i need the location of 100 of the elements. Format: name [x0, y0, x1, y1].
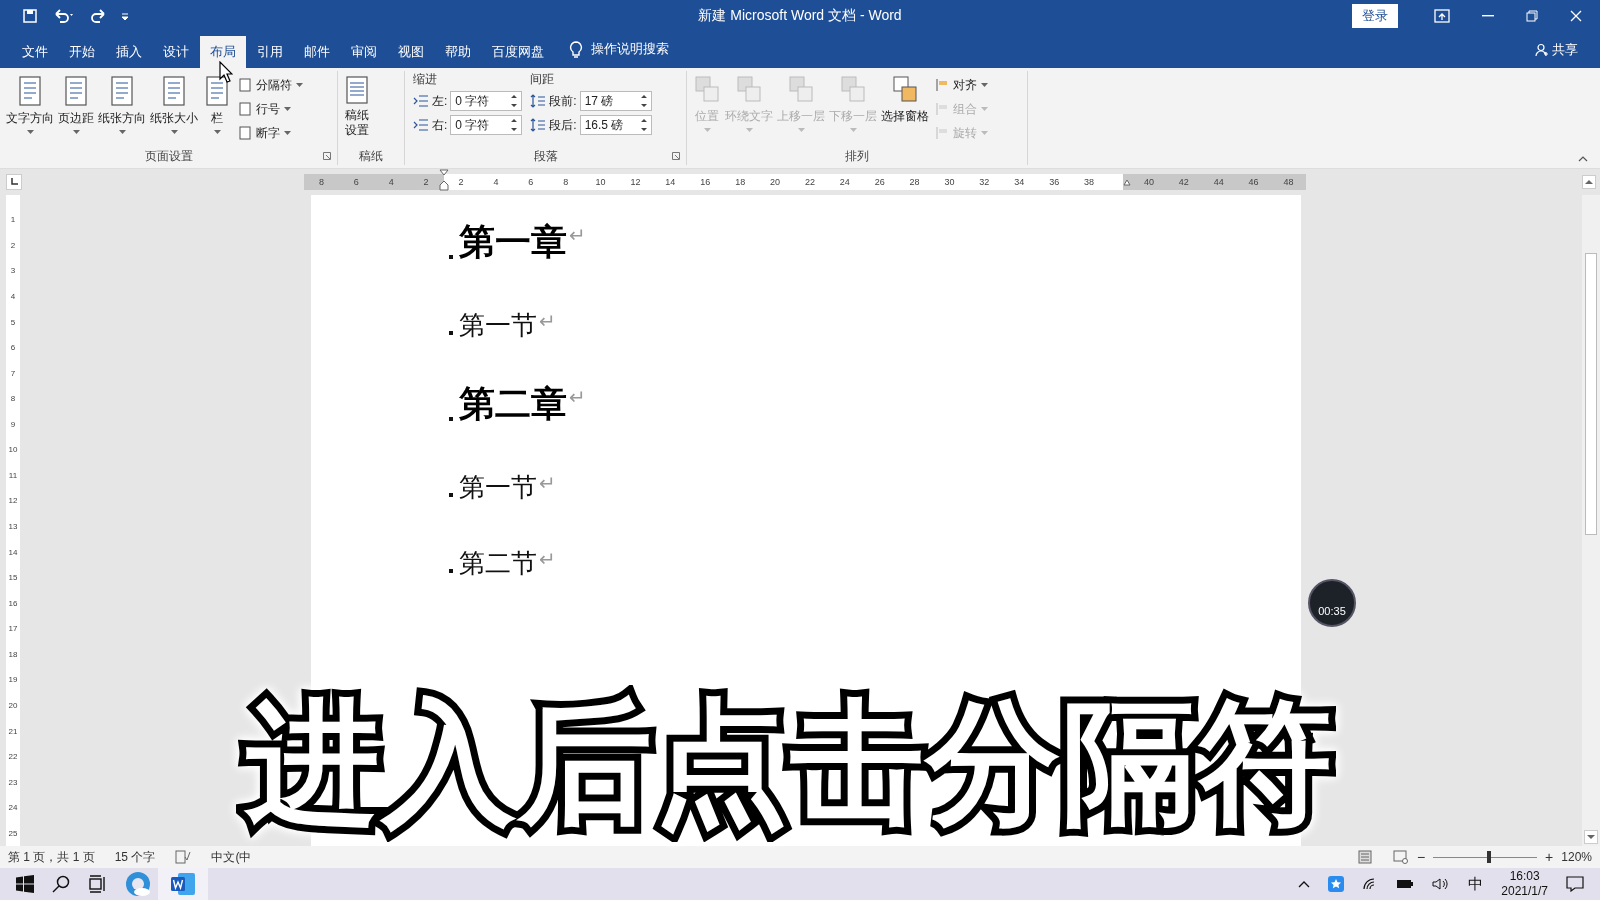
ruler-number: 24: [7, 802, 19, 815]
ribbon-tab[interactable]: 审阅: [341, 36, 387, 68]
star-app-icon[interactable]: [1328, 876, 1345, 892]
clock-time[interactable]: 16:03: [1509, 869, 1540, 884]
word-taskbar-button[interactable]: [158, 868, 208, 900]
ribbon-small-button[interactable]: 行号: [238, 99, 303, 119]
redo-icon[interactable]: [90, 8, 106, 24]
paragraph-mark-icon: [449, 417, 453, 421]
zoom-out-button[interactable]: −: [1416, 849, 1426, 865]
ribbon-tab[interactable]: 布局: [200, 36, 246, 68]
caret-icon: [797, 128, 805, 132]
paragraph-mark-icon: [449, 255, 453, 259]
ruler-number: 15: [7, 572, 19, 585]
ribbon-tab[interactable]: 邮件: [294, 36, 340, 68]
ruler-number: 36: [1048, 177, 1061, 187]
ruler-number: 2: [9, 239, 17, 252]
ribbon-tab[interactable]: 插入: [106, 36, 152, 68]
chapter-heading: 第二章: [459, 382, 567, 426]
zoom-in-button[interactable]: +: [1545, 849, 1554, 865]
indent-marker-icon[interactable]: [438, 169, 449, 191]
undo-icon[interactable]: [52, 8, 76, 24]
ruler-number: 46: [1247, 177, 1260, 187]
ribbon-small-button[interactable]: 分隔符: [238, 75, 303, 95]
spin-field[interactable]: 0 字符: [450, 91, 523, 111]
ribbon-button[interactable]: 文字方向: [4, 73, 56, 147]
right-indent-marker-icon[interactable]: [1123, 178, 1132, 186]
browser-icon[interactable]: [124, 870, 152, 898]
ribbon-button[interactable]: 纸张大小: [148, 73, 200, 147]
save-icon[interactable]: [22, 8, 38, 24]
notification-icon[interactable]: [1566, 876, 1584, 892]
ruler-number: 1: [9, 214, 17, 227]
field-label: 段后:: [549, 116, 577, 134]
word-count[interactable]: 15 个字: [114, 848, 156, 866]
dialog-launcher-icon[interactable]: [323, 152, 331, 160]
ribbon-tab[interactable]: 视图: [388, 36, 434, 68]
ruler-number: 32: [978, 177, 991, 187]
ribbon-tab[interactable]: 开始: [59, 36, 105, 68]
ribbon-button[interactable]: 页边距: [56, 73, 96, 147]
ribbon-tab[interactable]: 帮助: [435, 36, 481, 68]
task-view-icon[interactable]: [88, 875, 106, 893]
login-button[interactable]: 登录: [1352, 4, 1398, 28]
ribbon-tab[interactable]: 文件: [12, 36, 58, 68]
scrollbar-thumb[interactable]: [1585, 253, 1597, 535]
ribbon-button[interactable]: 纸张方向: [96, 73, 148, 147]
section-heading: 第一节: [459, 471, 537, 504]
proofing-icon[interactable]: [175, 850, 192, 864]
ruler-number: 12: [7, 495, 19, 508]
word-app-icon: [170, 872, 196, 896]
customize-caret-icon[interactable]: [120, 11, 130, 21]
spin-arrows-icon: [511, 94, 518, 108]
spin-field[interactable]: 16.5 磅: [579, 115, 652, 135]
section-heading: 第一节: [459, 309, 537, 342]
web-layout-icon[interactable]: [1392, 850, 1409, 864]
battery-icon[interactable]: [1396, 879, 1415, 889]
ribbon-button[interactable]: 稿纸设置: [342, 73, 372, 147]
page-count[interactable]: 第 1 页，共 1 页: [8, 848, 95, 866]
page-icon: [344, 75, 370, 105]
ruler-number: 34: [1013, 177, 1026, 187]
ribbon-button[interactable]: 栏: [200, 73, 234, 147]
ruler-number: 19: [7, 674, 19, 687]
tell-me-search[interactable]: 操作说明搜索: [591, 40, 669, 58]
spin-field[interactable]: 0 字符: [450, 115, 523, 135]
zoom-slider-thumb[interactable]: [1487, 851, 1492, 863]
dialog-launcher-icon[interactable]: [672, 152, 680, 160]
ribbon-display-icon[interactable]: [1434, 9, 1450, 23]
restore-icon[interactable]: [1526, 10, 1538, 22]
group-label: 排列: [845, 147, 869, 165]
collapse-ribbon-icon[interactable]: [1578, 156, 1588, 162]
ribbon-tab[interactable]: 设计: [153, 36, 199, 68]
ribbon-button[interactable]: 选择窗格: [879, 73, 931, 147]
input-method-indicator[interactable]: 中: [1468, 874, 1484, 894]
ruler-number: 2: [457, 177, 465, 187]
close-icon[interactable]: [1570, 10, 1582, 22]
show-hidden-icons-icon[interactable]: [1298, 880, 1311, 888]
zoom-level[interactable]: 120%: [1561, 850, 1592, 864]
return-mark: ↵: [569, 385, 586, 409]
scroll-down-icon[interactable]: [1584, 830, 1598, 844]
clock-date[interactable]: 2021/1/7: [1501, 884, 1548, 899]
paragraph-mark-icon: [449, 493, 453, 497]
align-icon: [935, 78, 949, 92]
page-icon: [238, 102, 252, 116]
speaker-icon[interactable]: [1432, 877, 1451, 891]
scroll-up-icon[interactable]: [1582, 175, 1596, 189]
search-icon[interactable]: [52, 875, 70, 893]
ribbon-small-button[interactable]: 断字: [238, 123, 303, 143]
ribbon-tab[interactable]: 百度网盘: [482, 36, 554, 68]
ribbon-tab[interactable]: 引用: [247, 36, 293, 68]
group-label: 页面设置: [144, 147, 193, 165]
share-button[interactable]: 共享: [1535, 41, 1578, 59]
layers-icon: [693, 75, 721, 105]
minimize-icon[interactable]: [1482, 15, 1494, 17]
field-label: 右:: [432, 116, 448, 134]
return-mark: ↵: [569, 223, 586, 247]
ruler-number: 17: [7, 623, 19, 636]
tab-selector[interactable]: [6, 174, 22, 190]
vertical-scrollbar[interactable]: [1582, 195, 1600, 846]
windows-start-icon[interactable]: [16, 875, 34, 893]
spin-field[interactable]: 17 磅: [579, 91, 652, 111]
ribbon-small-button[interactable]: 对齐: [935, 75, 988, 95]
layers-icon: [735, 75, 763, 105]
